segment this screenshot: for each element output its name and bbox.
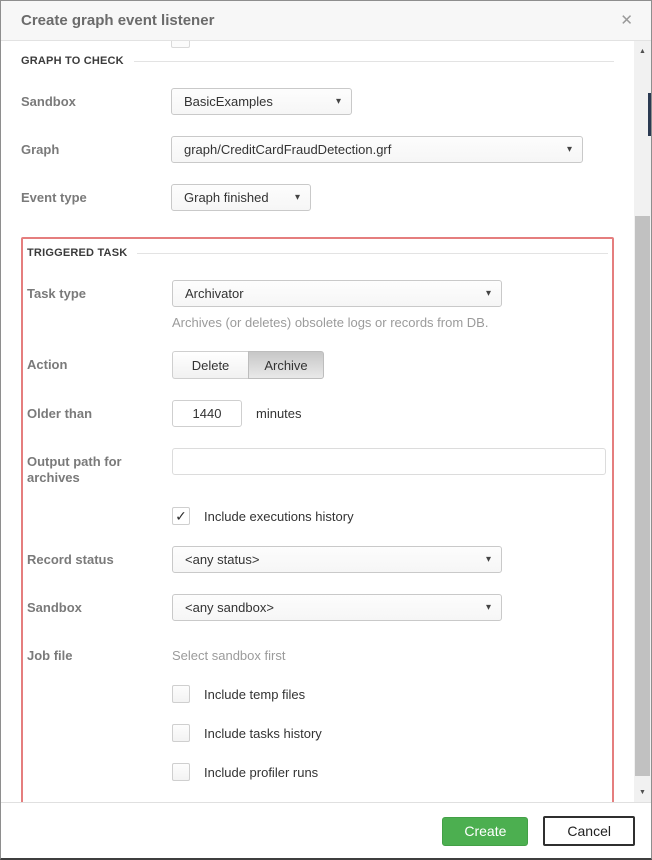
chevron-down-icon: ▾ <box>486 288 491 299</box>
field-row-output-path: Output path for archives <box>27 448 608 486</box>
create-graph-event-listener-dialog: Create graph event listener ✕ GRAPH TO C… <box>0 0 652 860</box>
task-sandbox-select[interactable]: <any sandbox> ▾ <box>172 594 502 621</box>
create-button[interactable]: Create <box>442 817 528 846</box>
section-heading: TRIGGERED TASK <box>27 247 127 259</box>
include-tasks-history-checkbox[interactable]: ✓ <box>172 724 190 742</box>
dialog-title: Create graph event listener <box>21 12 620 29</box>
record-status-select[interactable]: <any status> ▾ <box>172 546 502 573</box>
action-archive-button[interactable]: Archive <box>248 351 324 379</box>
field-row-record-status: Record status <any status> ▾ <box>27 546 608 573</box>
record-status-label: Record status <box>27 546 172 568</box>
task-type-select[interactable]: Archivator ▾ <box>172 280 502 307</box>
action-label: Action <box>27 351 172 373</box>
cancel-button[interactable]: Cancel <box>543 816 635 846</box>
include-profiler-runs-checkbox[interactable]: ✓ <box>172 763 190 781</box>
dialog-body: GRAPH TO CHECK Sandbox BasicExamples ▾ G… <box>1 41 651 802</box>
field-row-include-tasks-history: ✓ Include tasks history <box>27 724 608 742</box>
include-profiler-runs-label: Include profiler runs <box>204 765 318 780</box>
task-type-hint: Archives (or deletes) obsolete logs or r… <box>172 315 608 330</box>
dialog-content: GRAPH TO CHECK Sandbox BasicExamples ▾ G… <box>1 41 634 802</box>
section-rule <box>134 61 614 62</box>
chevron-down-icon: ▾ <box>486 602 491 613</box>
event-type-select[interactable]: Graph finished ▾ <box>171 184 311 211</box>
section-heading: GRAPH TO CHECK <box>21 55 124 67</box>
older-than-label: Older than <box>27 400 172 422</box>
include-temp-files-label: Include temp files <box>204 687 305 702</box>
field-row-task-type: Task type Archivator ▾ <box>27 280 608 307</box>
check-icon: ✓ <box>175 509 187 523</box>
graph-label: Graph <box>21 136 171 158</box>
dialog-titlebar: Create graph event listener ✕ <box>1 1 651 41</box>
older-than-suffix: minutes <box>242 400 302 421</box>
task-sandbox-select-value: <any sandbox> <box>185 600 478 615</box>
older-than-input[interactable] <box>172 400 242 427</box>
graph-select[interactable]: graph/CreditCardFraudDetection.grf ▾ <box>171 136 583 163</box>
chevron-down-icon: ▾ <box>295 192 300 203</box>
checkbox-row: ✓ Include temp files <box>172 685 305 703</box>
chevron-down-icon: ▾ <box>336 96 341 107</box>
scroll-up-icon[interactable]: ▲ <box>634 43 651 59</box>
graph-select-value: graph/CreditCardFraudDetection.grf <box>184 142 559 157</box>
triggered-task-highlight-box: TRIGGERED TASK Task type Archivator ▾ Ar… <box>21 237 614 802</box>
field-row-include-temp-files: ✓ Include temp files <box>27 685 608 703</box>
field-row-graph: Graph graph/CreditCardFraudDetection.grf… <box>21 136 614 163</box>
event-type-select-value: Graph finished <box>184 190 287 205</box>
field-row-include-executions: ✓ Include executions history <box>27 507 608 525</box>
dialog-footer: Create Cancel <box>1 802 651 859</box>
include-executions-checkbox-row: ✓ Include executions history <box>172 507 354 525</box>
clipped-checkbox[interactable] <box>171 41 190 48</box>
field-row-event-type: Event type Graph finished ▾ <box>21 184 614 211</box>
include-executions-checkbox[interactable]: ✓ <box>172 507 190 525</box>
record-status-select-value: <any status> <box>185 552 478 567</box>
chevron-down-icon: ▾ <box>486 554 491 565</box>
action-segmented-control: Delete Archive <box>172 351 324 379</box>
task-type-label: Task type <box>27 280 172 302</box>
job-file-placeholder: Select sandbox first <box>172 642 285 663</box>
close-icon[interactable]: ✕ <box>620 13 633 28</box>
checkbox-row: ✓ Include profiler runs <box>172 763 318 781</box>
scroll-down-icon[interactable]: ▼ <box>634 784 651 800</box>
section-triggered-task: TRIGGERED TASK <box>27 247 608 259</box>
task-type-select-value: Archivator <box>185 286 478 301</box>
output-path-input[interactable] <box>172 448 606 475</box>
task-sandbox-label: Sandbox <box>27 594 172 616</box>
action-delete-button[interactable]: Delete <box>172 351 248 379</box>
include-executions-label: Include executions history <box>204 509 354 524</box>
include-tasks-history-label: Include tasks history <box>204 726 322 741</box>
sandbox-select[interactable]: BasicExamples ▾ <box>171 88 352 115</box>
sandbox-label: Sandbox <box>21 88 171 110</box>
chevron-down-icon: ▾ <box>567 144 572 155</box>
field-row-task-sandbox: Sandbox <any sandbox> ▾ <box>27 594 608 621</box>
background-page-artifact <box>648 93 651 136</box>
scrollbar-thumb[interactable] <box>635 216 650 776</box>
field-row-older-than: Older than minutes <box>27 400 608 427</box>
event-type-label: Event type <box>21 184 171 206</box>
field-row-action: Action Delete Archive <box>27 351 608 379</box>
field-row-include-profiler-runs: ✓ Include profiler runs <box>27 763 608 781</box>
vertical-scrollbar[interactable]: ▲ ▼ <box>634 41 651 802</box>
field-row-sandbox: Sandbox BasicExamples ▾ <box>21 88 614 115</box>
section-graph-to-check: GRAPH TO CHECK <box>21 55 614 67</box>
checkbox-row: ✓ Include tasks history <box>172 724 322 742</box>
section-rule <box>137 253 608 254</box>
job-file-label: Job file <box>27 642 172 664</box>
field-row-job-file: Job file Select sandbox first <box>27 642 608 664</box>
sandbox-select-value: BasicExamples <box>184 94 328 109</box>
include-temp-files-checkbox[interactable]: ✓ <box>172 685 190 703</box>
output-path-label: Output path for archives <box>27 448 172 486</box>
